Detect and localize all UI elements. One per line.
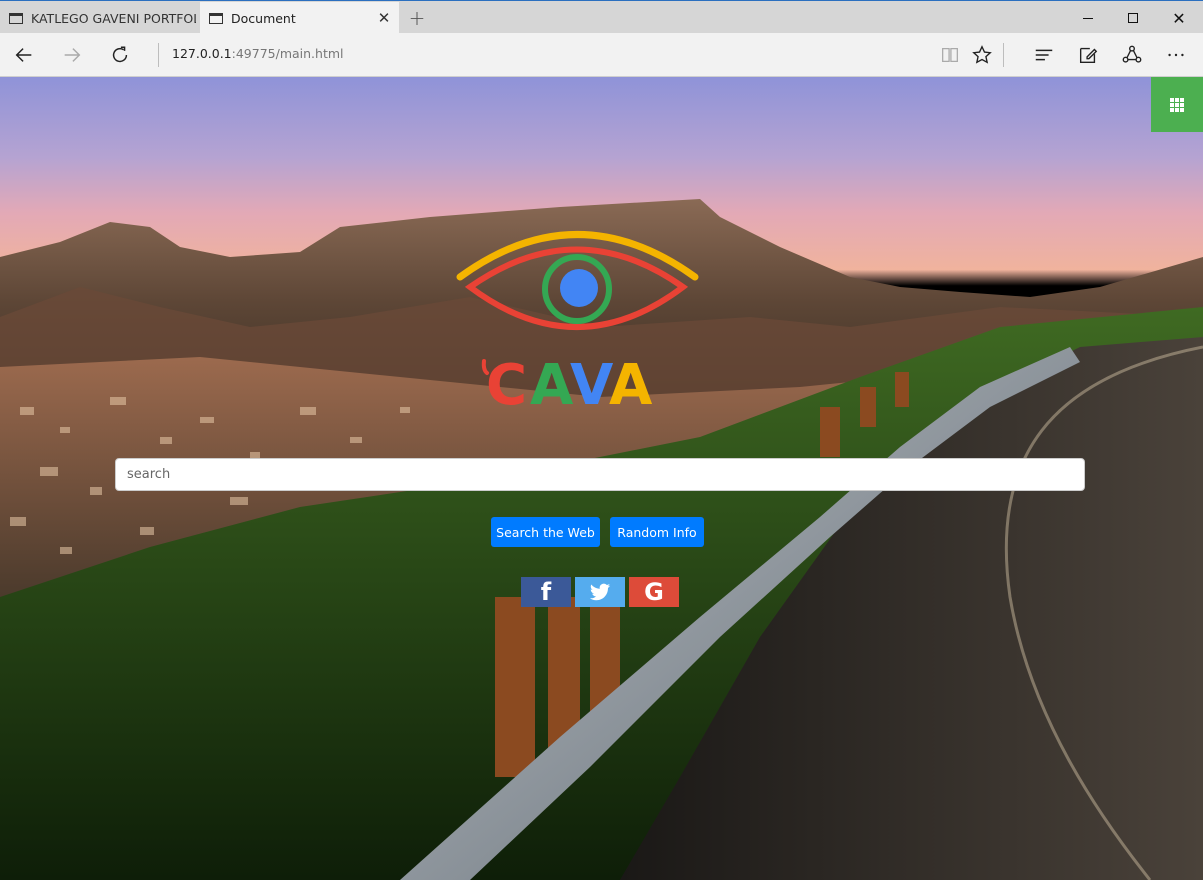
search-input[interactable] — [115, 458, 1085, 491]
maximize-icon — [1128, 13, 1138, 23]
page-viewport: C A V A Search the Web Random Info f G — [0, 77, 1203, 880]
page-icon — [9, 12, 23, 24]
page-icon — [209, 12, 223, 24]
logo-letter-a: A — [530, 353, 574, 417]
url-path: :49775/main.html — [231, 46, 344, 61]
forward-arrow-icon — [64, 48, 81, 62]
refresh-icon — [112, 46, 128, 63]
logo-letter-c: C — [486, 353, 527, 417]
note-pen-icon — [1079, 47, 1098, 64]
minimize-button[interactable] — [1065, 2, 1111, 34]
back-button[interactable] — [2, 33, 46, 77]
favorite-button[interactable] — [960, 33, 1004, 77]
close-tab-button[interactable]: ✕ — [369, 2, 399, 34]
google-icon: G — [644, 578, 664, 606]
divider — [1003, 43, 1004, 67]
forward-button[interactable] — [50, 33, 94, 77]
minimize-icon — [1083, 17, 1093, 19]
google-button[interactable]: G — [629, 577, 679, 607]
logo-wordmark: C A V A — [486, 353, 653, 417]
more-dots-icon — [1168, 53, 1184, 57]
browser-titlebar: KATLEGO GAVENI PORTFOLI Document ✕ + ✕ — [0, 0, 1203, 34]
new-tab-button[interactable]: + — [402, 2, 432, 34]
share-icon — [1122, 45, 1142, 63]
back-arrow-icon — [15, 48, 32, 62]
logo-letter-v: V — [570, 353, 614, 417]
tab-portfolio[interactable]: KATLEGO GAVENI PORTFOLI — [0, 2, 199, 34]
tab-title: KATLEGO GAVENI PORTFOLI — [31, 10, 196, 26]
url-host: 127.0.0.1 — [172, 46, 232, 61]
refresh-button[interactable] — [98, 33, 142, 77]
window-close-button[interactable]: ✕ — [1156, 2, 1202, 34]
star-icon — [972, 45, 992, 64]
web-note-button[interactable] — [1066, 33, 1110, 77]
twitter-icon — [589, 583, 611, 601]
cava-logo: C A V A — [456, 231, 699, 417]
maximize-button[interactable] — [1110, 2, 1156, 34]
close-icon: ✕ — [1172, 8, 1186, 28]
more-button[interactable] — [1154, 33, 1198, 77]
hub-icon — [1035, 49, 1053, 61]
share-button[interactable] — [1110, 33, 1154, 77]
hub-button[interactable] — [1022, 33, 1066, 77]
logo-letter-a2: A — [609, 353, 653, 417]
book-icon — [942, 47, 958, 63]
tab-document[interactable]: Document ✕ — [200, 2, 399, 34]
divider — [158, 43, 159, 67]
facebook-icon: f — [540, 578, 552, 606]
random-info-button[interactable]: Random Info — [610, 517, 704, 547]
address-bar-row: 127.0.0.1:49775/main.html — [0, 33, 1203, 77]
apps-menu-button[interactable] — [1151, 77, 1203, 132]
url-field[interactable]: 127.0.0.1:49775/main.html — [172, 46, 344, 61]
facebook-button[interactable]: f — [521, 577, 571, 607]
tab-title: Document — [231, 10, 296, 26]
grid-icon — [1170, 97, 1184, 112]
twitter-button[interactable] — [575, 577, 625, 607]
search-web-button[interactable]: Search the Web — [491, 517, 600, 547]
